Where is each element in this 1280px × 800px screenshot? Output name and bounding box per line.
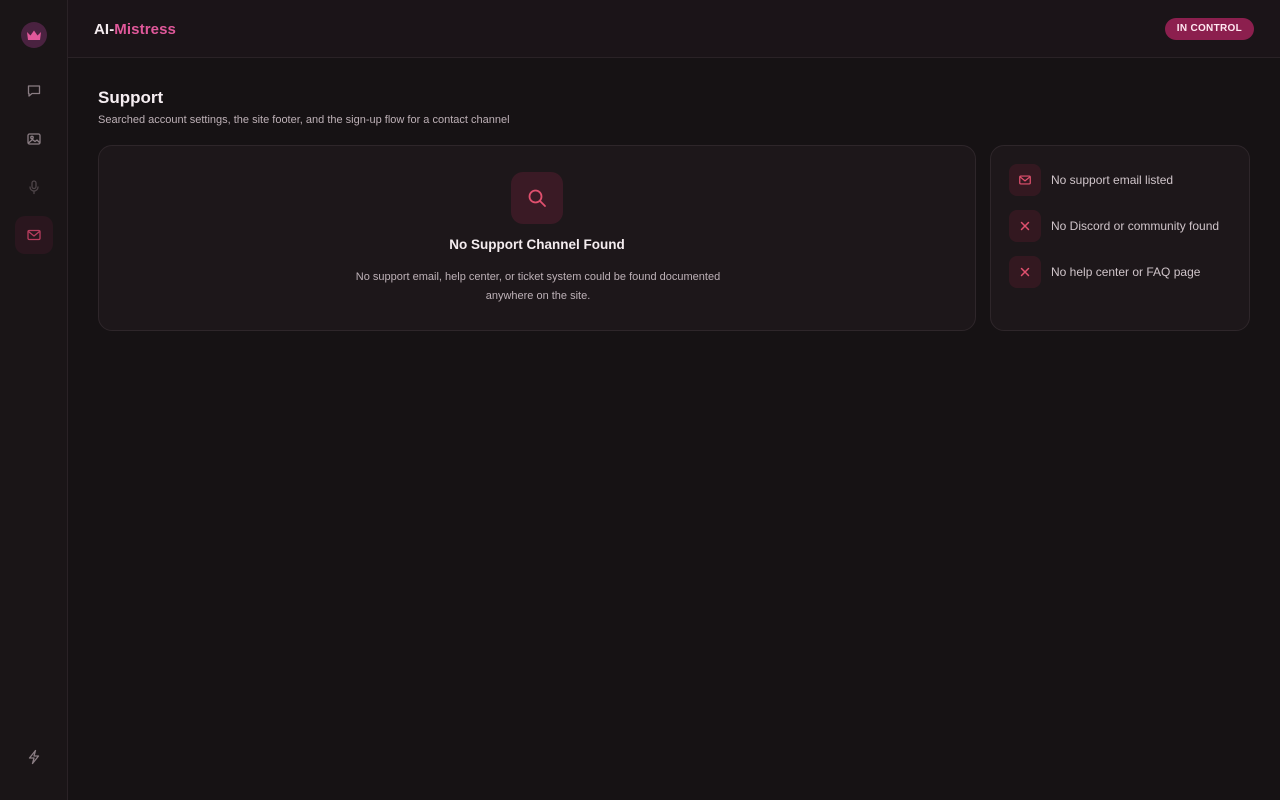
top-bar: AI-Mistress IN CONTROL (68, 0, 1280, 58)
app-root: AI-Mistress IN CONTROL Support Searched … (0, 0, 1280, 800)
sidebar-item-upgrade[interactable] (15, 738, 53, 776)
check-icon-box (1009, 210, 1041, 242)
empty-state-card: No Support Channel Found No support emai… (98, 145, 976, 331)
checks-card: No support email listed No Discord or co… (990, 145, 1250, 331)
check-label: No help center or FAQ page (1051, 265, 1201, 279)
check-icon-box (1009, 164, 1041, 196)
sidebar-item-voice[interactable] (15, 168, 53, 206)
chat-bubble-icon (27, 85, 41, 97)
sidebar-item-support[interactable] (15, 216, 53, 254)
close-icon (1020, 221, 1030, 231)
check-item-email: No support email listed (1009, 164, 1173, 196)
close-icon (1020, 267, 1030, 277)
app-logo[interactable] (21, 22, 47, 48)
check-item-help-center: No help center or FAQ page (1009, 256, 1200, 288)
page-subtitle: Searched account settings, the site foot… (98, 114, 510, 126)
mail-icon (27, 229, 41, 241)
microphone-icon (29, 180, 39, 195)
brand-title[interactable]: AI-Mistress (94, 21, 176, 38)
sidebar-item-chat[interactable] (15, 72, 53, 110)
crown-icon (27, 30, 41, 40)
brand-part-2: Mistress (114, 21, 176, 38)
check-label: No support email listed (1051, 173, 1174, 187)
lightning-icon (28, 749, 40, 765)
sidebar (0, 0, 68, 800)
check-icon-box (1009, 256, 1041, 288)
sidebar-item-images[interactable] (15, 120, 53, 158)
search-badge (511, 172, 563, 224)
empty-state-title: No Support Channel Found (449, 237, 625, 252)
mail-icon (1019, 175, 1031, 185)
check-item-discord: No Discord or community found (1009, 210, 1219, 242)
brand-part-1: AI- (94, 21, 115, 38)
page-title: Support (98, 88, 164, 107)
status-badge: IN CONTROL (1164, 18, 1254, 40)
empty-state-description: No support email, help center, or ticket… (355, 271, 721, 302)
check-label: No Discord or community found (1051, 219, 1220, 233)
image-icon (27, 133, 41, 145)
search-icon (528, 189, 546, 207)
